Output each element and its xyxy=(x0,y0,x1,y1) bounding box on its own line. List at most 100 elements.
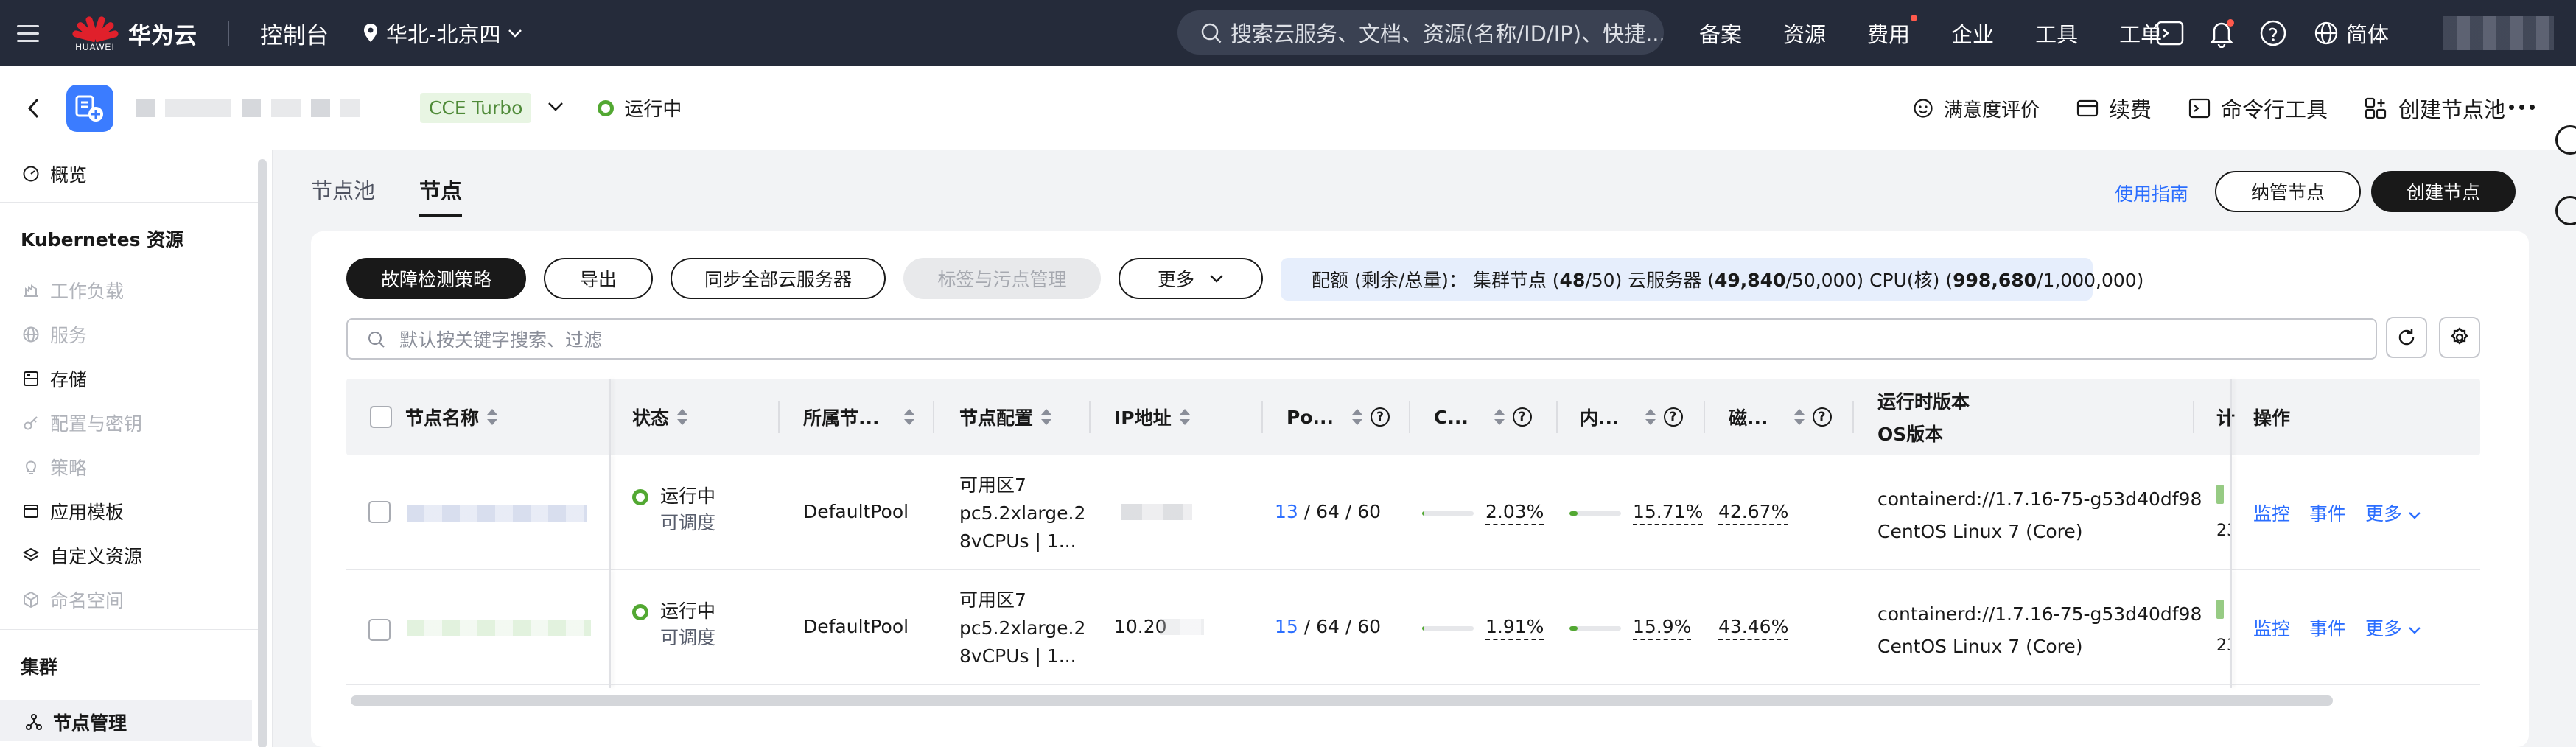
node-memory-usage[interactable]: 15.9% xyxy=(1633,616,1692,640)
menu-icon[interactable] xyxy=(0,0,56,66)
col-disk-label: 磁... xyxy=(1729,407,1768,429)
user-avatar[interactable] xyxy=(2443,16,2554,50)
satisfaction-button[interactable]: 满意度评价 xyxy=(1913,95,2040,122)
sort-icon[interactable] xyxy=(1179,409,1191,425)
col-billing[interactable]: 计 xyxy=(2216,379,2235,455)
tab-node-pool[interactable]: 节点池 xyxy=(311,174,375,217)
row-checkbox[interactable] xyxy=(368,501,391,523)
language-selector[interactable]: 简体 xyxy=(2314,18,2389,49)
table-header: 节点名称 状态 所属节... 节点配置 IP地址 Po...? C...? 内.… xyxy=(346,379,2480,688)
renew-button[interactable]: 续费 xyxy=(2076,93,2152,124)
col-memory[interactable]: 内...? xyxy=(1580,379,1683,455)
sort-icon[interactable] xyxy=(676,409,688,425)
events-link[interactable]: 事件 xyxy=(2309,614,2346,641)
more-dropdown-button[interactable]: 更多 xyxy=(1119,258,1263,299)
sidebar-item-service[interactable]: 服务 xyxy=(22,321,87,348)
more-ops-link[interactable]: 更多 xyxy=(2365,499,2421,526)
manage-node-button[interactable]: 纳管节点 xyxy=(2215,171,2361,212)
nav-link-tools[interactable]: 工具 xyxy=(2035,18,2078,49)
more-ops-link[interactable]: 更多 xyxy=(2365,614,2421,641)
refresh-button[interactable] xyxy=(2386,317,2427,358)
sort-icon[interactable] xyxy=(1040,409,1052,425)
node-flavor: pc5.2xlarge.2 xyxy=(959,617,1086,639)
floating-feedback-icon[interactable] xyxy=(2555,196,2576,225)
table-row[interactable]: 运行中 可调度 DefaultPool 可用区7 pc5.2xlarge.2 8v… xyxy=(346,570,2480,685)
node-memory-usage[interactable]: 15.71% xyxy=(1633,501,1704,525)
col-ip[interactable]: IP地址 xyxy=(1114,379,1191,455)
col-spec[interactable]: 节点配置 xyxy=(959,379,1052,455)
help-icon[interactable]: ? xyxy=(1812,407,1832,427)
node-name-redacted[interactable] xyxy=(407,505,587,522)
help-icon[interactable]: ? xyxy=(1663,407,1683,427)
sort-icon[interactable] xyxy=(903,409,915,425)
terminal-icon[interactable] xyxy=(2155,18,2185,49)
col-disk[interactable]: 磁...? xyxy=(1729,379,1832,455)
sort-icon[interactable] xyxy=(1494,409,1505,425)
sidebar-item-namespace[interactable]: 命名空间 xyxy=(22,586,124,613)
node-search-input[interactable]: 默认按关键字搜索、过滤 xyxy=(346,318,2377,360)
sidebar-item-overview[interactable]: 概览 xyxy=(22,161,87,187)
col-name[interactable]: 节点名称 xyxy=(405,379,498,455)
sync-servers-button[interactable]: 同步全部云服务器 xyxy=(671,258,886,299)
node-cpu-usage[interactable]: 2.03% xyxy=(1485,501,1544,525)
node-disk-usage[interactable]: 43.46% xyxy=(1718,616,1789,640)
node-pool[interactable]: DefaultPool xyxy=(803,501,909,522)
nav-link-billing[interactable]: 费用 xyxy=(1867,15,1918,49)
usage-guide-link[interactable]: 使用指南 xyxy=(2115,180,2188,206)
cli-tool-button[interactable]: 命令行工具 xyxy=(2188,93,2328,124)
sort-icon[interactable] xyxy=(1645,409,1656,425)
monitor-link[interactable]: 监控 xyxy=(2253,614,2290,641)
fault-detection-button[interactable]: 故障检测策略 xyxy=(346,258,526,299)
billing-badge-fragment xyxy=(2216,485,2224,504)
sidebar-item-policy[interactable]: 策略 xyxy=(22,454,87,480)
sidebar-scrollbar[interactable] xyxy=(258,159,267,747)
col-node-pool[interactable]: 所属节... xyxy=(803,379,915,455)
sidebar-item-storage[interactable]: 存储 xyxy=(22,365,87,392)
sidebar-item-config-secret[interactable]: 配置与密钥 xyxy=(22,410,142,436)
sort-icon[interactable] xyxy=(1793,409,1805,425)
help-icon[interactable] xyxy=(2258,18,2289,49)
bell-icon[interactable] xyxy=(2206,18,2237,49)
sidebar-item-custom-resource[interactable]: 自定义资源 xyxy=(22,542,142,569)
col-runtime[interactable]: 运行时版本 OS版本 xyxy=(1877,379,1970,455)
node-pods-used[interactable]: 15 xyxy=(1275,616,1298,637)
settings-button[interactable] xyxy=(2439,317,2480,358)
sidebar-item-node-management[interactable]: 节点管理 xyxy=(25,709,127,735)
more-actions-icon[interactable] xyxy=(2509,105,2535,110)
sidebar-item-app-template[interactable]: 应用模板 xyxy=(22,498,124,525)
col-status[interactable]: 状态 xyxy=(632,379,688,455)
cluster-switch-chevron-icon[interactable] xyxy=(547,101,564,115)
label-taint-button[interactable]: 标签与污点管理 xyxy=(903,258,1101,299)
nav-link-enterprise[interactable]: 企业 xyxy=(1951,18,1994,49)
export-button[interactable]: 导出 xyxy=(544,258,653,299)
node-cpu-usage[interactable]: 1.91% xyxy=(1485,616,1544,640)
sidebar-item-workload[interactable]: 工作负载 xyxy=(22,277,124,304)
sort-icon[interactable] xyxy=(486,409,498,425)
help-icon[interactable]: ? xyxy=(1512,407,1532,427)
node-pool[interactable]: DefaultPool xyxy=(803,616,909,637)
table-row[interactable]: 运行中 可调度 DefaultPool 可用区7 pc5.2xlarge.2 8v… xyxy=(346,455,2480,570)
node-pods-used[interactable]: 13 xyxy=(1275,501,1298,522)
back-button[interactable] xyxy=(0,97,66,119)
select-all-checkbox[interactable] xyxy=(370,406,392,428)
tab-nodes[interactable]: 节点 xyxy=(419,174,463,217)
sort-icon[interactable] xyxy=(1351,409,1363,425)
region-selector[interactable]: 华北-北京四 xyxy=(363,18,522,49)
huawei-cloud-logo[interactable]: HUAWEI 华为云 xyxy=(71,11,197,55)
nav-link-resources[interactable]: 资源 xyxy=(1783,18,1826,49)
floating-help-icon[interactable] xyxy=(2555,125,2576,155)
node-name-redacted[interactable] xyxy=(407,620,591,636)
global-search-input[interactable]: 搜索云服务、文档、资源(名称/ID/IP)、快捷... xyxy=(1177,10,1664,55)
table-horizontal-scrollbar[interactable] xyxy=(351,695,2333,706)
console-link[interactable]: 控制台 xyxy=(260,17,329,50)
row-checkbox[interactable] xyxy=(368,619,391,641)
col-cpu[interactable]: C...? xyxy=(1434,379,1532,455)
create-node-pool-button[interactable]: 创建节点池 xyxy=(2365,93,2505,124)
col-pods[interactable]: Po...? xyxy=(1287,379,1390,455)
events-link[interactable]: 事件 xyxy=(2309,499,2346,526)
node-disk-usage[interactable]: 42.67% xyxy=(1718,501,1789,525)
help-icon[interactable]: ? xyxy=(1371,407,1390,427)
monitor-link[interactable]: 监控 xyxy=(2253,499,2290,526)
create-node-button[interactable]: 创建节点 xyxy=(2371,171,2516,212)
nav-link-beian[interactable]: 备案 xyxy=(1699,18,1742,49)
